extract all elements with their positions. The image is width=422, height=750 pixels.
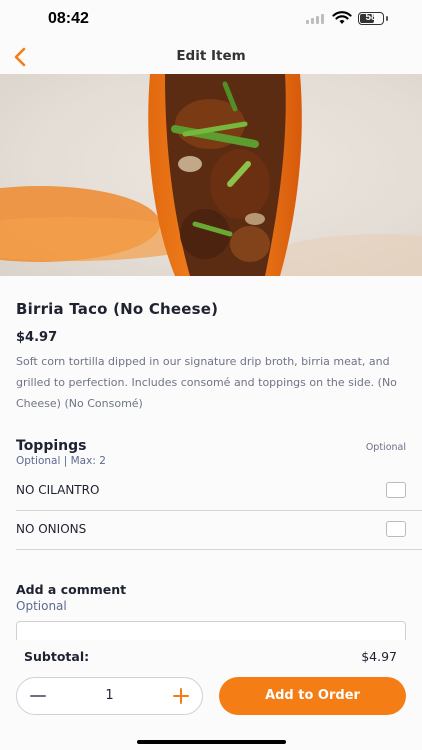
subtotal-value: $4.97 xyxy=(361,649,397,664)
option-label: NO ONIONS xyxy=(16,522,87,536)
option-label: NO CILANTRO xyxy=(16,483,100,497)
item-name: Birria Taco (No Cheese) xyxy=(16,300,219,318)
signal-icon xyxy=(306,14,324,24)
option-checkbox[interactable] xyxy=(386,521,406,537)
item-description: Soft corn tortilla dipped in our signatu… xyxy=(16,355,397,410)
wifi-icon xyxy=(332,11,352,24)
battery-tip xyxy=(386,16,388,21)
item-price: $4.97 xyxy=(16,330,58,345)
home-indicator xyxy=(137,740,286,744)
option-checkbox[interactable] xyxy=(386,482,406,498)
battery-level: 58 xyxy=(365,12,377,23)
item-details: Birria Taco (No Cheese) $4.97 Soft corn … xyxy=(16,300,408,414)
order-footer: Subtotal: $4.97 1 Add to Order xyxy=(0,640,422,750)
plus-icon[interactable] xyxy=(170,685,192,707)
comment-title: Add a comment xyxy=(16,582,127,597)
status-time: 08:42 xyxy=(48,10,89,27)
toppings-header: Toppings Optional | Max: 2 Optional xyxy=(16,438,406,467)
item-photo xyxy=(0,74,422,276)
toppings-title: Toppings xyxy=(16,438,87,454)
option-row-no-onions[interactable]: NO ONIONS xyxy=(16,511,422,550)
comment-subtitle: Optional xyxy=(16,599,67,613)
quantity-stepper: 1 xyxy=(16,677,203,715)
nav-bar: Edit Item xyxy=(0,40,422,74)
add-to-order-button[interactable]: Add to Order xyxy=(219,677,406,715)
status-bar: 08:42 58 xyxy=(0,0,422,40)
battery-icon: 58 xyxy=(358,12,384,25)
subtotal-label: Subtotal: xyxy=(24,649,90,664)
toppings-subtitle: Optional | Max: 2 xyxy=(16,455,106,467)
page-title: Edit Item xyxy=(176,48,246,64)
option-row-no-cilantro[interactable]: NO CILANTRO xyxy=(16,472,422,511)
toppings-optional-badge: Optional xyxy=(365,442,406,453)
